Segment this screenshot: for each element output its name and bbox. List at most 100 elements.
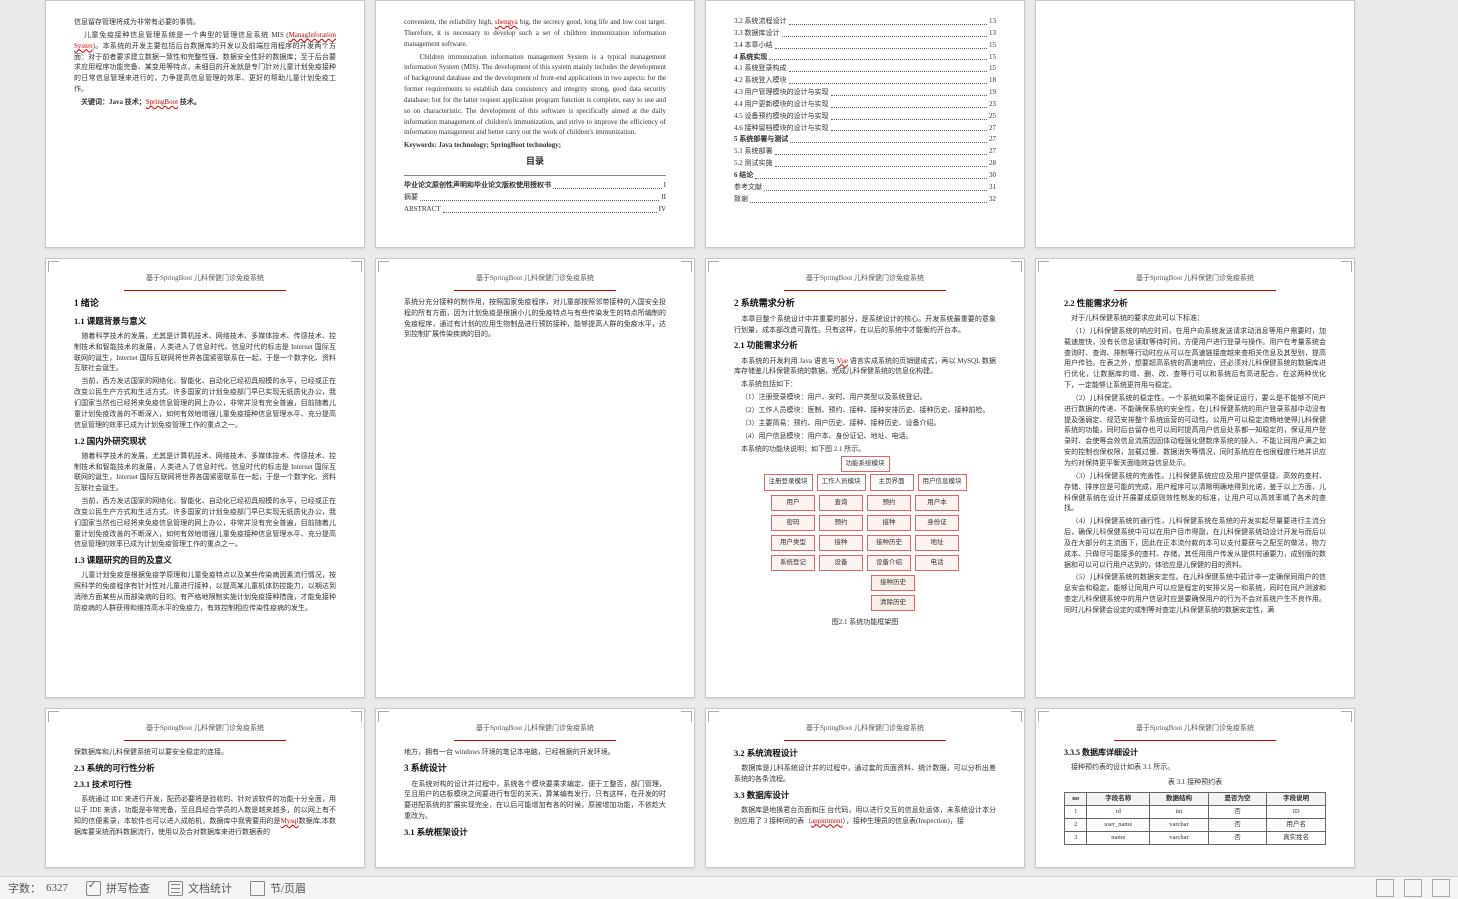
body-text: 本系统包括如下： xyxy=(734,379,996,390)
db-table: no字段名称数据结构是否为空字段说明 1idint否ID2user_nameva… xyxy=(1064,792,1326,845)
toc-line[interactable]: 4.6 接种留档模块的设计与实现27 xyxy=(734,123,996,134)
body-text: 保数据库和儿科保健系统可以要安全稳定的连接。 xyxy=(74,747,336,758)
list-item: （3）主要简易：预约、用户历史、接种、接种历史、设备介绍。 xyxy=(734,418,996,429)
heading-2-3-1: 2.3.1 技术可行性 xyxy=(74,779,336,791)
diagram-box: 工作人员模块 xyxy=(817,474,866,490)
body-text: 当前，西方发达国家的网络化、智能化、自动化已经初具规模的水平，已经或正在改变公民… xyxy=(74,376,336,430)
sections-button[interactable]: 节/页眉 xyxy=(250,880,306,896)
toc-line[interactable]: 毕业论文原创性声明和毕业论文版权使用授权书I xyxy=(404,180,666,191)
page-7: 基于SpringBoot 儿科保健门诊免疫系统 2 系统需求分析 本章目整个系统… xyxy=(705,258,1025,698)
page-header: 基于SpringBoot 儿科保健门诊免疫系统 xyxy=(1064,723,1326,734)
spelling-error: Mysql xyxy=(281,817,299,825)
diagram-box: 身份证 xyxy=(915,515,959,531)
page-scroll-area[interactable]: 信息留存管理将成为非常有必要的事情。 儿童免疫接种信息管理系统是一个典型的管理信… xyxy=(0,0,1458,877)
diagram-box: 电话 xyxy=(915,555,959,571)
doc-stats-button[interactable]: 文档统计 xyxy=(168,880,232,896)
page-header: 基于SpringBoot 儿科保健门诊免疫系统 xyxy=(404,723,666,734)
page-12: 基于SpringBoot 儿科保健门诊免疫系统 3.3.5 数据库详细设计 接种… xyxy=(1035,708,1355,868)
heading-3: 3 系统设计 xyxy=(404,762,666,776)
page-11: 基于SpringBoot 儿科保健门诊免疫系统 3.2 系统流程设计 数据库是儿… xyxy=(705,708,1025,868)
diagram-box: 查询 xyxy=(819,495,863,511)
toc-line[interactable]: 致谢32 xyxy=(734,194,996,205)
diagram-root: 功能系统模块 xyxy=(841,456,890,472)
status-bar: 字数：6327 拼写检查 文档统计 节/页眉 xyxy=(0,876,1458,899)
heading-2: 2 系统需求分析 xyxy=(734,297,996,311)
toc-line[interactable]: 摘要II xyxy=(404,192,666,203)
page-header: 基于SpringBoot 儿科保健门诊免疫系统 xyxy=(404,273,666,284)
body-text: 数据库是儿科系统设计并的过程中，通过套的页面资料、统计数据，可以分析出差系统的各… xyxy=(734,763,996,785)
page-4 xyxy=(1035,0,1355,248)
body-text: （5）儿科保健系统的数据安定性。在儿科保健系统中茹计非一定确保同用户的信息安会和… xyxy=(1064,572,1326,615)
list-item: （1）注册受录模块：用户、安时、用户类型以及系统登记。 xyxy=(734,392,996,403)
page-10: 基于SpringBoot 儿科保健门诊免疫系统 地方，拥有一台 windows … xyxy=(375,708,695,868)
view-mode-print-icon[interactable] xyxy=(1376,879,1394,897)
body-text: 随着科学技术的发展，尤其是计算机技术、网络技术、多媒体技术、传感技术、控制技术和… xyxy=(74,451,336,494)
book-icon xyxy=(250,881,265,896)
page-header: 基于SpringBoot 儿科保健门诊免疫系统 xyxy=(74,723,336,734)
toc-line[interactable]: 4 系统实现15 xyxy=(734,52,996,63)
body-text: 数据库是地换君台页面和压 台代码，用以进行交互的信息处运体，未系统设计本分别应用… xyxy=(734,805,996,827)
toc-line[interactable]: ABSTRACTIV xyxy=(404,204,666,215)
diagram-box: 接种 xyxy=(867,515,911,531)
diagram-box: 接种 xyxy=(819,535,863,551)
page-header: 基于SpringBoot 儿科保健门诊免疫系统 xyxy=(734,723,996,734)
body-text: Children immunization information manage… xyxy=(404,52,666,139)
body-text: （4）儿科保健系统的通行性，儿科保健系统在系统的开发实起尽量要进行主流分后，确保… xyxy=(1064,516,1326,570)
heading-3-3: 3.3 数据库设计 xyxy=(734,789,996,802)
toc-line[interactable]: 4.4 用户更新模块的设计与实现23 xyxy=(734,99,996,110)
diagram-box: 用户本 xyxy=(915,495,959,511)
toc-line[interactable]: 5.1 系统部署27 xyxy=(734,146,996,157)
toc-line[interactable]: 4.3 用户管理模块的设计与实现19 xyxy=(734,87,996,98)
heading-2-1: 2.1 功能需求分析 xyxy=(734,339,996,352)
page-2: convenient, the reliability high, shengy… xyxy=(375,0,695,248)
heading-1-2: 1.2 国内外研究现状 xyxy=(74,435,336,448)
diagram-caption: 图2.1 系统功能框架图 xyxy=(832,617,899,628)
heading-3-2: 3.2 系统流程设计 xyxy=(734,747,996,760)
function-block-diagram: 功能系统模块 注册登录模块工作人员模块主页界面用户信息模块 用户查询预约用户本 … xyxy=(734,456,996,627)
list-icon xyxy=(168,881,183,896)
page-1: 信息留存管理将成为非常有必要的事情。 儿童免疫接种信息管理系统是一个典型的管理信… xyxy=(45,0,365,248)
body-text: （3）儿科保健系统的完善性。儿科保健系统应应及用户提供便捷、高效的查村、存储、排… xyxy=(1064,471,1326,514)
toc-line[interactable]: 5.2 测试实施28 xyxy=(734,158,996,169)
diagram-box: 注册登录模块 xyxy=(764,474,813,490)
body-text: 接种预约表的设计如表 3.1 所示。 xyxy=(1064,762,1326,773)
diagram-box: 用户类型 xyxy=(771,535,815,551)
toc-line[interactable]: 3.3 数据库设计13 xyxy=(734,28,996,39)
body-text: 本系统的功能块说明；如下图 2.1 所示。 xyxy=(734,444,996,455)
word-count[interactable]: 字数：6327 xyxy=(8,880,68,896)
body-text: 儿童免疫接种信息管理系统是一个典型的管理信息系统 MIS (ManagInfor… xyxy=(74,30,336,95)
spelling-error: Vue xyxy=(837,357,848,365)
diagram-box: 接种历史 xyxy=(871,575,915,591)
toc-line[interactable]: 4.5 设备预约模块的设计与实现25 xyxy=(734,111,996,122)
heading-1: 1 绪论 xyxy=(74,297,336,311)
diagram-box: 主页界面 xyxy=(870,474,914,490)
view-mode-read-icon[interactable] xyxy=(1432,879,1450,897)
spelling-error: appintment xyxy=(811,817,843,825)
check-icon xyxy=(86,881,101,896)
spelling-error: SpringBoot xyxy=(146,98,178,106)
heading-3-3-5: 3.3.5 数据库详细设计 xyxy=(1064,747,1326,759)
toc-line[interactable]: 4.1 系统登录构成15 xyxy=(734,63,996,74)
body-text: 信息留存管理将成为非常有必要的事情。 xyxy=(74,17,336,28)
heading-2-3: 2.3 系统的可行性分析 xyxy=(74,762,336,775)
toc-line[interactable]: 参考文献31 xyxy=(734,182,996,193)
body-text: 儿童计划免疫是根据免疫学原理和儿童免疫特点以及某些传染病因素流行情况，按照科学的… xyxy=(74,570,336,613)
toc-line[interactable]: 3.4 本章小结15 xyxy=(734,40,996,51)
toc-line[interactable]: 5 系统部署与测试27 xyxy=(734,134,996,145)
diagram-box: 系统登记 xyxy=(771,555,815,571)
spell-check-button[interactable]: 拼写检查 xyxy=(86,880,150,896)
page-9: 基于SpringBoot 儿科保健门诊免疫系统 保数据库和儿科保健系统可以要安全… xyxy=(45,708,365,868)
table-row: 1idint否ID xyxy=(1065,805,1326,818)
diagram-box: 设备 xyxy=(819,555,863,571)
app-viewport: 信息留存管理将成为非常有必要的事情。 儿童免疫接种信息管理系统是一个典型的管理信… xyxy=(0,0,1458,899)
diagram-box: 清除历史 xyxy=(871,595,915,611)
diagram-box: 密码 xyxy=(771,515,815,531)
view-mode-outline-icon[interactable] xyxy=(1404,879,1422,897)
diagram-box: 预约 xyxy=(867,495,911,511)
page-5: 基于SpringBoot 儿科保健门诊免疫系统 1 绪论 1.1 课题背景与意义… xyxy=(45,258,365,698)
body-text: （1）儿科保健系统的响应时间，在用户向系统发送请求动消息等用户需要时，加载速度快… xyxy=(1064,326,1326,391)
toc-line[interactable]: 6 结论30 xyxy=(734,170,996,181)
diagram-box: 地址 xyxy=(915,535,959,551)
toc-line[interactable]: 4.2 系统登入模块18 xyxy=(734,75,996,86)
toc-line[interactable]: 3.2 系统流程设计13 xyxy=(734,16,996,27)
